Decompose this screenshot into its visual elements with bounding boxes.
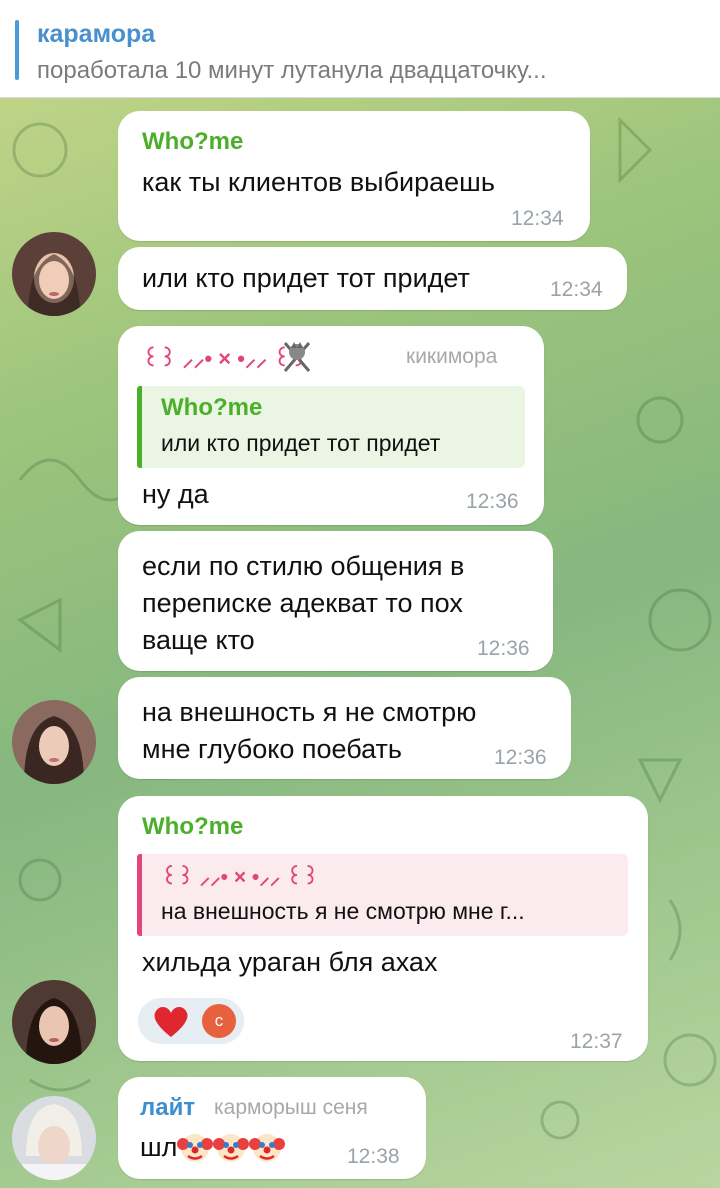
message-time: 12:36 bbox=[477, 637, 530, 660]
reply-quote[interactable]: ꒰꒱ ⸝⸝• × •⸝⸝ ꒰꒱ на внешность я не смотрю… bbox=[137, 854, 628, 936]
message-text-line: переписке адекват то пох bbox=[142, 588, 463, 618]
sender-name[interactable]: Who?me bbox=[142, 128, 243, 156]
reactor-avatar: с bbox=[202, 1004, 236, 1038]
avatar-photo bbox=[12, 980, 96, 1064]
avatar-photo bbox=[12, 700, 96, 784]
admin-title: кикимора bbox=[406, 345, 498, 368]
avatar[interactable] bbox=[12, 1096, 96, 1180]
message-text-line: ваще кто bbox=[142, 625, 255, 655]
message-text: ну да bbox=[142, 479, 209, 509]
heart-reaction-icon bbox=[154, 1007, 188, 1037]
message-text: или кто придет тот придет bbox=[142, 263, 470, 293]
sword-emoji-icon bbox=[283, 342, 311, 372]
admin-title: карморыш сеня bbox=[214, 1096, 368, 1119]
message-bubble[interactable]: Who?me как ты клиентов выбираешь 12:34 bbox=[118, 111, 590, 241]
pinned-text: поработала 10 минут лутанула двадцаточку… bbox=[37, 57, 547, 84]
avatar[interactable] bbox=[12, 232, 96, 316]
quote-author: Who?me bbox=[161, 394, 263, 421]
message-bubble[interactable]: если по стилю общения в переписке адеква… bbox=[118, 531, 553, 671]
message-bubble[interactable]: лайт карморыш сеня шл 12:38 bbox=[118, 1077, 426, 1179]
message-time: 12:36 bbox=[494, 746, 547, 769]
pinned-title: карамора bbox=[37, 20, 156, 48]
message-text: как ты клиентов выбираешь bbox=[142, 167, 495, 197]
message-time: 12:36 bbox=[466, 490, 519, 513]
sender-name[interactable]: лайт bbox=[140, 1094, 195, 1122]
message-text: хильда ураган бля ахах bbox=[142, 947, 438, 977]
message-time: 12:38 bbox=[347, 1145, 400, 1168]
reaction-chip[interactable]: с bbox=[138, 998, 244, 1044]
message-text: шл bbox=[140, 1129, 286, 1166]
quote-author: ꒰꒱ ⸝⸝• × •⸝⸝ ꒰꒱ bbox=[161, 866, 319, 889]
message-bubble[interactable]: или кто придет тот придет 12:34 bbox=[118, 247, 627, 310]
clown-emoji-icon bbox=[177, 1133, 214, 1162]
clown-emoji-icon bbox=[249, 1133, 286, 1162]
message-text-line: на внешность я не смотрю bbox=[142, 697, 477, 727]
message-time: 12:34 bbox=[550, 278, 603, 301]
clown-emoji-icon bbox=[213, 1133, 250, 1162]
reply-quote[interactable]: Who?me или кто придет тот придет bbox=[137, 386, 525, 468]
quote-accent-bar bbox=[137, 386, 142, 468]
message-time: 12:37 bbox=[570, 1030, 623, 1053]
message-text-line: если по стилю общения в bbox=[142, 551, 465, 581]
quote-text: или кто придет тот придет bbox=[161, 430, 441, 456]
avatar[interactable] bbox=[12, 700, 96, 784]
avatar-photo bbox=[12, 1096, 96, 1180]
quote-text: на внешность я не смотрю мне г... bbox=[161, 898, 525, 924]
reactor-letter: с bbox=[214, 1011, 224, 1030]
avatar-photo bbox=[12, 232, 96, 316]
message-time: 12:34 bbox=[511, 207, 564, 230]
message-text-line: мне глубоко поебать bbox=[142, 734, 402, 764]
message-bubble[interactable]: на внешность я не смотрю мне глубоко пое… bbox=[118, 677, 571, 779]
message-bubble[interactable]: ꒰꒱ ⸝⸝• × •⸝⸝ ꒰꒱ кикимора Who?me или кто … bbox=[118, 326, 544, 525]
message-text-prefix: шл bbox=[140, 1132, 178, 1162]
pinned-message-bar[interactable]: карамора поработала 10 минут лутанула дв… bbox=[0, 0, 720, 98]
pinned-accent-bar bbox=[15, 20, 19, 80]
sender-name[interactable]: Who?me bbox=[142, 813, 243, 841]
avatar[interactable] bbox=[12, 980, 96, 1064]
quote-accent-bar bbox=[137, 854, 142, 936]
